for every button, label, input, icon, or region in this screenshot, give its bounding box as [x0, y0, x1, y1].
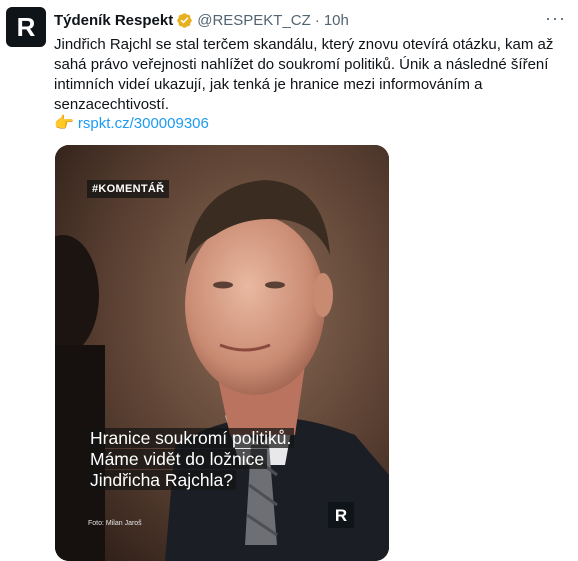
headline-line-2: Máme vidět do ložnice [87, 449, 268, 469]
tweet-timestamp[interactable]: 10h [324, 12, 349, 29]
headline-line-3: Jindřicha Rajchla? [87, 470, 236, 490]
more-options-icon[interactable]: ··· [545, 8, 566, 29]
photo-credit: Foto: Milan Jaroš [88, 520, 142, 527]
comment-tag: #KOMENTÁŘ [87, 180, 170, 198]
pointing-hand-icon: 👉 [54, 115, 74, 132]
respekt-logo: R [328, 502, 354, 528]
image-headline: Hranice soukromí politiků. Máme vidět do… [87, 428, 337, 491]
photo-illustration [55, 145, 389, 561]
headline-line-1: Hranice soukromí politiků. [87, 428, 295, 448]
author-avatar[interactable]: R [6, 7, 46, 47]
respekt-logo-letter: R [334, 505, 348, 525]
verified-badge-icon[interactable] [176, 12, 193, 29]
tweet-header: Týdeník Respekt @RESPEKT_CZ · 10h ··· [54, 8, 568, 30]
tweet-media-image[interactable]: #KOMENTÁŘ Hranice soukromí politiků. Mám… [55, 145, 389, 561]
author-name[interactable]: Týdeník Respekt [54, 12, 173, 29]
avatar-logo-letter: R [16, 12, 36, 42]
article-link[interactable]: rspkt.cz/300009306 [78, 114, 209, 134]
header-separator: · [314, 11, 320, 29]
tweet-link-line: 👉 rspkt.cz/300009306 [54, 114, 209, 134]
tweet-body-text: Jindřich Rajchl se stal terčem skandálu,… [54, 36, 554, 113]
author-handle[interactable]: @RESPEKT_CZ [197, 12, 311, 29]
